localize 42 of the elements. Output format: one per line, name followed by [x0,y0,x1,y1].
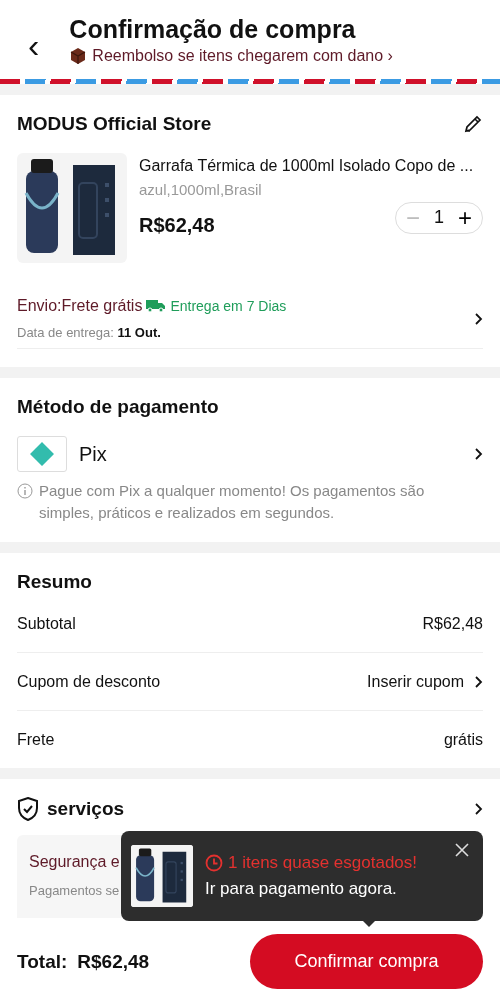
plus-button[interactable]: + [458,205,472,230]
product-price: R$62,48 [139,214,215,237]
chevron-icon[interactable] [474,311,483,326]
shield-check-icon [17,797,39,821]
delivery-date: Data de entrega: 11 Out. [17,325,162,340]
payment-method[interactable]: Pix [79,442,462,466]
pix-logo-icon [17,436,67,472]
chevron-icon[interactable] [474,674,483,689]
refund-link[interactable]: Reembolso se itens chegarem com dano › [92,47,393,65]
service-title: Segurança e [29,853,120,871]
popup-message: Ir para pagamento agora. [205,879,398,899]
product-variant: azul,1000ml,Brasil [139,181,263,198]
summary-value: grátis [443,730,483,749]
coupon-link[interactable]: Inserir cupom [367,672,464,691]
store-name: MODUS Official Store [17,113,212,135]
info-icon [17,483,33,499]
back-button[interactable]: ‹ [28,28,40,65]
box-icon [69,47,88,65]
edit-icon[interactable] [463,114,483,134]
product-title[interactable]: Garrafa Térmica de 1000ml Isolado Copo de ... [139,157,483,175]
section-heading: Método de pagamento [17,396,220,418]
quantity-value: 1 [433,207,444,228]
total-amount: R$62,48 [77,950,150,973]
section-heading: Resumo [17,571,93,593]
summary-label: Cupom de desconto [17,672,161,691]
section-heading: serviços [47,798,125,820]
chevron-icon[interactable] [474,447,483,461]
summary-label: Frete [17,730,55,749]
clock-icon [205,854,223,872]
close-icon[interactable] [455,843,469,857]
page-title: Confirmação de compra [69,14,357,44]
summary-value: R$62,48 [422,614,483,633]
total-label: Total: [17,950,68,973]
delivery-time: Entrega em 7 Dias [170,298,287,314]
alert-text: 1 itens quase esgotados! [228,853,418,873]
shipping-label: Envio:Frete grátis [17,297,143,315]
confirm-button[interactable]: Confirmar compra [250,934,483,989]
service-subtitle: Pagamentos se [29,883,120,898]
payment-note: Pague com Pix a qualquer momento! Os pagamentos são simples, práticos e realizados em segundos. [39,481,426,523]
chevron-icon[interactable] [474,802,483,816]
truck-icon [146,299,167,313]
summary-label: Subtotal [17,614,76,633]
